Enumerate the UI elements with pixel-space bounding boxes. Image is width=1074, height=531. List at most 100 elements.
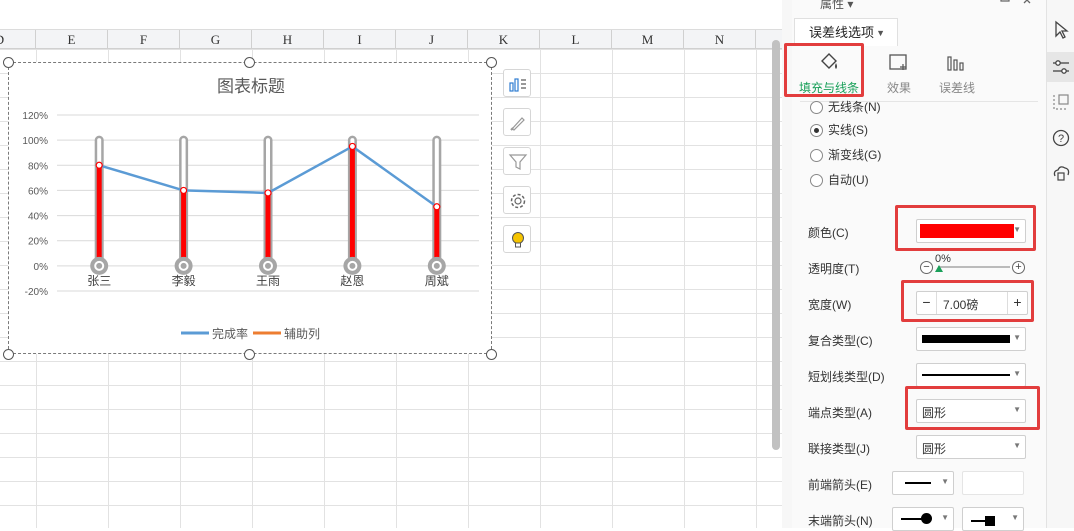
arrow-line-sample — [905, 482, 931, 484]
begin-arrow-label: 前端箭头(E) — [808, 478, 872, 492]
backup-icon[interactable] — [1051, 163, 1071, 183]
error-bar-options-dropdown[interactable]: 误差线选项 ▼ — [794, 18, 898, 46]
category-label: 王雨 — [256, 274, 280, 288]
y-tick-label: 80% — [28, 161, 48, 172]
y-tick-label: 120% — [22, 111, 48, 122]
column-header-h[interactable]: H — [252, 30, 324, 49]
column-header-j[interactable]: J — [396, 30, 468, 49]
grid-line-horizontal — [0, 385, 782, 386]
compound-type-select[interactable]: ▼ — [916, 327, 1026, 351]
pin-icon[interactable] — [998, 0, 1012, 7]
column-header-e[interactable]: E — [36, 30, 108, 49]
resize-handle-top-right[interactable] — [486, 57, 497, 68]
resize-handle-top[interactable] — [244, 57, 255, 68]
grid-line-horizontal — [0, 409, 782, 410]
formula-bar[interactable] — [0, 0, 782, 30]
chart-elements-button[interactable] — [503, 69, 531, 97]
radio-gradient-line-label: 渐变线(G) — [828, 148, 882, 162]
dash-type-select[interactable]: ▼ — [916, 363, 1026, 387]
brush-icon — [510, 117, 525, 131]
chart-filter-button[interactable] — [503, 147, 531, 175]
thermometer-bulb-center — [180, 262, 187, 269]
resize-handle-top-left[interactable] — [3, 57, 14, 68]
highlight-fill-tab — [784, 43, 864, 97]
chevron-down-icon: ▼ — [1013, 369, 1021, 378]
data-point — [348, 142, 356, 151]
data-point — [180, 186, 188, 195]
cursor-icon[interactable] — [1051, 20, 1071, 40]
y-tick-label: 20% — [28, 237, 48, 248]
y-tick-label: 40% — [28, 212, 48, 223]
end-arrow-type-select[interactable]: ▼ — [892, 507, 954, 531]
error-bar-icon — [947, 56, 964, 71]
thermometer-chart: 图表标题 120% 100% 80% 60% 40% 20% 0% -20% 张三 李毅 王雨 赵恩 周… — [22, 77, 479, 341]
grid-line-horizontal — [0, 457, 782, 458]
transparency-slider-thumb[interactable] — [935, 265, 943, 272]
tab-error-bars[interactable]: 误差线 — [922, 48, 992, 96]
property-panel: 属性 ▾ 误差线选项 ▼ 填充与线条 效果 误差线 无线条(N) 实线(S) 渐… — [784, 0, 1046, 531]
data-point — [264, 189, 272, 197]
column-header-i[interactable]: I — [324, 30, 396, 49]
resize-handle-bottom-right[interactable] — [486, 349, 497, 360]
category-label: 赵恩 — [340, 274, 364, 288]
radio-circle-checked[interactable] — [810, 124, 823, 137]
join-type-value: 圆形 — [922, 442, 947, 456]
transparency-decrease-button[interactable]: − — [920, 261, 933, 274]
category-label: 周斌 — [425, 274, 449, 288]
compound-type-label: 复合类型(C) — [808, 334, 873, 348]
transparency-label: 透明度(T) — [808, 262, 860, 276]
column-header-m[interactable]: M — [612, 30, 684, 49]
column-header-row: DEFGHIJKLMN — [0, 30, 782, 49]
chart-title[interactable]: 图表标题 — [217, 77, 285, 96]
svg-text:?: ? — [1058, 133, 1064, 145]
grid-line-horizontal — [0, 361, 782, 362]
join-type-select[interactable]: 圆形 ▼ — [916, 435, 1026, 459]
lightbulb-icon — [512, 232, 524, 248]
help-icon[interactable]: ? — [1051, 128, 1071, 148]
radio-circle[interactable] — [810, 174, 823, 187]
column-header-l[interactable]: L — [540, 30, 612, 49]
column-header-n[interactable]: N — [684, 30, 756, 49]
data-point — [95, 161, 103, 169]
gear-icon — [510, 193, 526, 209]
column-header-k[interactable]: K — [468, 30, 540, 49]
radio-circle[interactable] — [810, 149, 823, 162]
chart-idea-button[interactable] — [503, 225, 531, 253]
column-header-g[interactable]: G — [180, 30, 252, 49]
resize-handle-bottom-left[interactable] — [3, 349, 14, 360]
y-tick-label: -20% — [25, 287, 48, 298]
thermometer-bulb-center — [96, 262, 103, 269]
grid-line-horizontal — [0, 433, 782, 434]
transparency-slider[interactable] — [938, 266, 1010, 268]
highlight-width — [901, 280, 1034, 322]
dash-type-label: 短划线类型(D) — [808, 370, 885, 384]
transparency-value: 0% — [935, 253, 951, 265]
thermometer-bulb-center — [349, 262, 356, 269]
y-tick-label: 0% — [34, 262, 49, 273]
chart-style-button[interactable] — [503, 108, 531, 136]
transparency-increase-button[interactable]: + — [1012, 261, 1025, 274]
tab-error-bars-label: 误差线 — [938, 81, 975, 95]
highlight-cap-type — [905, 386, 1040, 430]
color-label: 颜色(C) — [808, 226, 849, 240]
chart-container[interactable]: 图表标题 120% 100% 80% 60% 40% 20% 0% -20% 张三 李毅 王雨 赵恩 周… — [8, 62, 492, 354]
resize-handle-bottom[interactable] — [244, 349, 255, 360]
chevron-down-icon: ▼ — [941, 513, 949, 522]
panel-title[interactable]: 属性 ▾ — [820, 0, 853, 12]
error-bar-options-label: 误差线选项 — [809, 25, 875, 40]
category-label: 李毅 — [172, 273, 196, 288]
chart-settings-button[interactable] — [503, 186, 531, 214]
radio-circle[interactable] — [810, 101, 823, 114]
close-icon[interactable] — [1022, 0, 1034, 7]
chevron-down-icon: ▼ — [1011, 513, 1019, 522]
begin-arrow-size-select[interactable] — [962, 471, 1024, 495]
select-pane-icon[interactable] — [1051, 92, 1071, 112]
column-header-f[interactable]: F — [108, 30, 180, 49]
panel-scrollbar-thumb[interactable] — [772, 40, 780, 450]
chevron-down-icon: ▼ — [1013, 441, 1021, 450]
end-arrow-size-select[interactable]: ▼ — [962, 507, 1024, 531]
begin-arrow-type-select[interactable]: ▼ — [892, 471, 954, 495]
properties-icon[interactable] — [1051, 57, 1071, 77]
chevron-down-icon: ▼ — [1013, 333, 1021, 342]
column-header-d[interactable]: D — [0, 30, 36, 49]
